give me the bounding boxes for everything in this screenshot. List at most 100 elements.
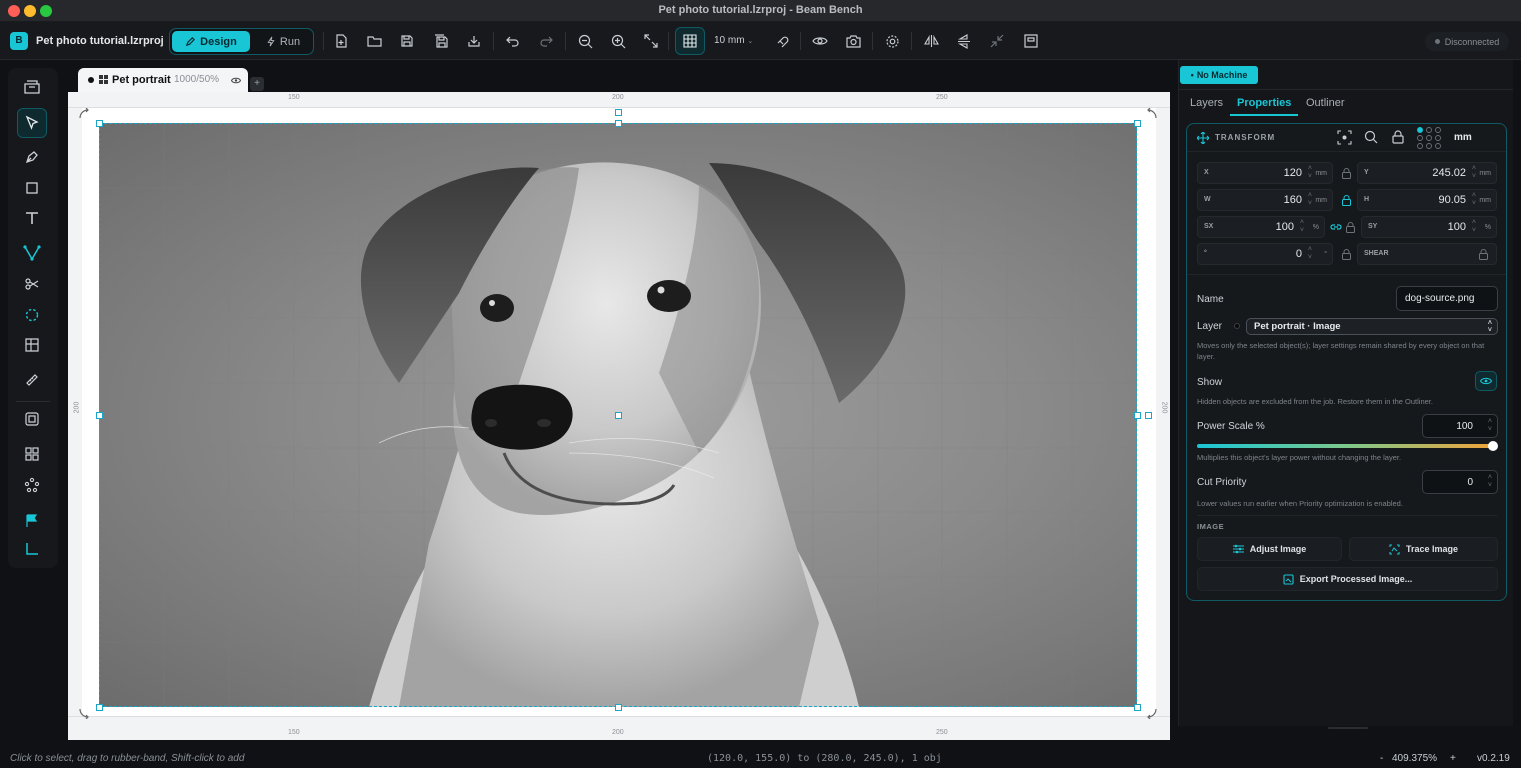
visibility-eye-icon[interactable] <box>231 77 241 84</box>
lock-aspect-icon[interactable] <box>1342 195 1351 206</box>
apps-grid-icon[interactable] <box>17 439 47 469</box>
rotate-handle-icon[interactable] <box>78 707 90 719</box>
scale-y-field[interactable]: SY 100 ˄ ˅ % <box>1361 216 1497 238</box>
resize-handle-left[interactable] <box>96 412 103 419</box>
power-scale-slider[interactable] <box>1197 441 1498 451</box>
camera-icon[interactable] <box>842 30 864 52</box>
select-tool-icon[interactable] <box>17 108 47 138</box>
resize-handle-top-right[interactable] <box>1134 120 1141 127</box>
scale-x-field[interactable]: SX 100 ˄ ˅ % <box>1197 216 1325 238</box>
text-tool-icon[interactable] <box>17 203 47 233</box>
y-field[interactable]: Y 245.02 ˄ ˅ mm <box>1357 162 1497 184</box>
zoom-in-icon[interactable] <box>607 30 629 52</box>
resize-handle-right[interactable] <box>1134 412 1141 419</box>
connection-status-badge[interactable]: Disconnected <box>1425 32 1509 51</box>
name-input[interactable]: dog-source.png <box>1396 286 1498 311</box>
preview-eye-icon[interactable] <box>809 30 831 52</box>
resize-handle-bottom-left[interactable] <box>96 704 103 711</box>
rotate-handle-icon[interactable] <box>1146 108 1158 120</box>
stepper-icon[interactable]: ˄ ˅ <box>1488 474 1492 490</box>
lock-scale-icon[interactable] <box>1346 222 1355 233</box>
stepper-icon[interactable]: ˄ ˅ <box>1488 418 1492 434</box>
lock-rotation-icon[interactable] <box>1342 249 1351 260</box>
rotate-handle-icon[interactable] <box>78 108 90 120</box>
resize-handle-bottom[interactable] <box>615 704 622 711</box>
corner-origin-icon[interactable] <box>17 534 47 564</box>
stepper-icon[interactable]: ˄ ˅ <box>1300 219 1304 235</box>
save-as-icon[interactable] <box>430 30 452 52</box>
tab-outliner[interactable]: Outliner <box>1306 97 1345 109</box>
stepper-icon[interactable]: ˄ ˅ <box>1472 165 1476 181</box>
zoom-out-button[interactable]: - <box>1380 753 1383 764</box>
save-icon[interactable] <box>396 30 418 52</box>
rotate-handle[interactable] <box>615 109 622 116</box>
grid-toggle-button[interactable] <box>675 27 705 55</box>
frame-tool-icon[interactable] <box>17 404 47 434</box>
stepper-icon[interactable]: ˄ ˅ <box>1472 219 1476 235</box>
power-scale-thumb[interactable] <box>1488 441 1498 451</box>
open-folder-icon[interactable] <box>363 30 385 52</box>
tab-layers[interactable]: Layers <box>1190 97 1223 109</box>
panel-resize-grip[interactable] <box>1328 727 1368 729</box>
origin-flag-icon[interactable] <box>17 506 47 536</box>
resize-handle-top-left[interactable] <box>96 120 103 127</box>
pen-tool-icon[interactable] <box>17 142 47 172</box>
node-edit-tool-icon[interactable] <box>17 238 47 268</box>
zoom-in-button[interactable]: + <box>1450 753 1456 764</box>
lock-icon[interactable] <box>1392 130 1404 144</box>
snap-magnet-icon[interactable] <box>771 30 793 52</box>
flip-vertical-icon[interactable] <box>953 30 975 52</box>
design-mode-button[interactable]: Design <box>172 31 250 52</box>
add-tab-button[interactable]: + <box>250 77 264 91</box>
scissors-icon[interactable] <box>17 269 47 299</box>
focus-frame-icon[interactable] <box>1337 130 1352 145</box>
export-processed-image-button[interactable]: Export Processed Image... <box>1197 567 1498 591</box>
fit-view-icon[interactable] <box>640 30 662 52</box>
import-icon[interactable] <box>463 30 485 52</box>
distribute-icon[interactable] <box>986 30 1008 52</box>
document-tab[interactable]: Pet portrait 1000/50% <box>78 68 248 92</box>
settings-gear-icon[interactable] <box>881 30 903 52</box>
stepper-icon[interactable]: ˄ ˅ <box>1308 165 1312 181</box>
adjust-image-button[interactable]: Adjust Image <box>1197 537 1342 561</box>
link-scale-icon[interactable] <box>1330 222 1342 232</box>
x-field[interactable]: X 120 ˄ ˅ mm <box>1197 162 1333 184</box>
trace-image-button[interactable]: Trace Image <box>1349 537 1498 561</box>
stepper-icon[interactable]: ˄ ˅ <box>1308 246 1312 262</box>
grid-size-dropdown[interactable]: 10 mm ⌄ <box>714 35 753 46</box>
rotate-handle-icon[interactable] <box>1146 707 1158 719</box>
offset-circle-icon[interactable] <box>17 300 47 330</box>
lock-shear-icon[interactable] <box>1479 249 1488 260</box>
search-icon[interactable] <box>1364 130 1378 144</box>
anchor-point-grid-icon[interactable] <box>1416 126 1444 150</box>
shear-field[interactable]: SHEAR <box>1357 243 1497 265</box>
zoom-level[interactable]: 409.375% <box>1392 753 1437 764</box>
machine-selector-button[interactable]: • No Machine <box>1180 66 1258 84</box>
rotation-field[interactable]: ° 0 ˄ ˅ ° <box>1197 243 1333 265</box>
width-field[interactable]: W 160 ˄ ˅ mm <box>1197 189 1333 211</box>
stepper-icon[interactable]: ˄ ˅ <box>1472 192 1476 208</box>
show-toggle-button[interactable] <box>1475 371 1497 391</box>
measure-ruler-icon[interactable] <box>17 365 47 395</box>
machine-box-icon[interactable] <box>17 72 47 102</box>
tab-properties[interactable]: Properties <box>1237 97 1291 109</box>
flip-horizontal-icon[interactable] <box>920 30 942 52</box>
resize-handle-bottom-right[interactable] <box>1134 704 1141 711</box>
circular-array-icon[interactable] <box>17 470 47 500</box>
resize-handle-top[interactable] <box>615 120 622 127</box>
grid-array-tool-icon[interactable] <box>17 330 47 360</box>
zoom-out-icon[interactable] <box>574 30 596 52</box>
height-field[interactable]: H 90.05 ˄ ˅ mm <box>1357 189 1497 211</box>
stepper-icon[interactable]: ˄ ˅ <box>1308 192 1312 208</box>
skew-handle[interactable] <box>1145 412 1152 419</box>
center-handle[interactable] <box>615 412 622 419</box>
undo-icon[interactable] <box>502 30 524 52</box>
new-file-icon[interactable] <box>330 30 352 52</box>
power-scale-input[interactable]: 100 ˄ ˅ <box>1422 414 1498 438</box>
layer-select[interactable]: Pet portrait · Image ˄ ˅ <box>1246 318 1498 335</box>
rectangle-tool-icon[interactable] <box>17 173 47 203</box>
run-mode-button[interactable]: Run <box>256 31 310 52</box>
lock-x-icon[interactable] <box>1342 168 1351 179</box>
redo-icon[interactable] <box>535 30 557 52</box>
frame-icon[interactable] <box>1020 30 1042 52</box>
